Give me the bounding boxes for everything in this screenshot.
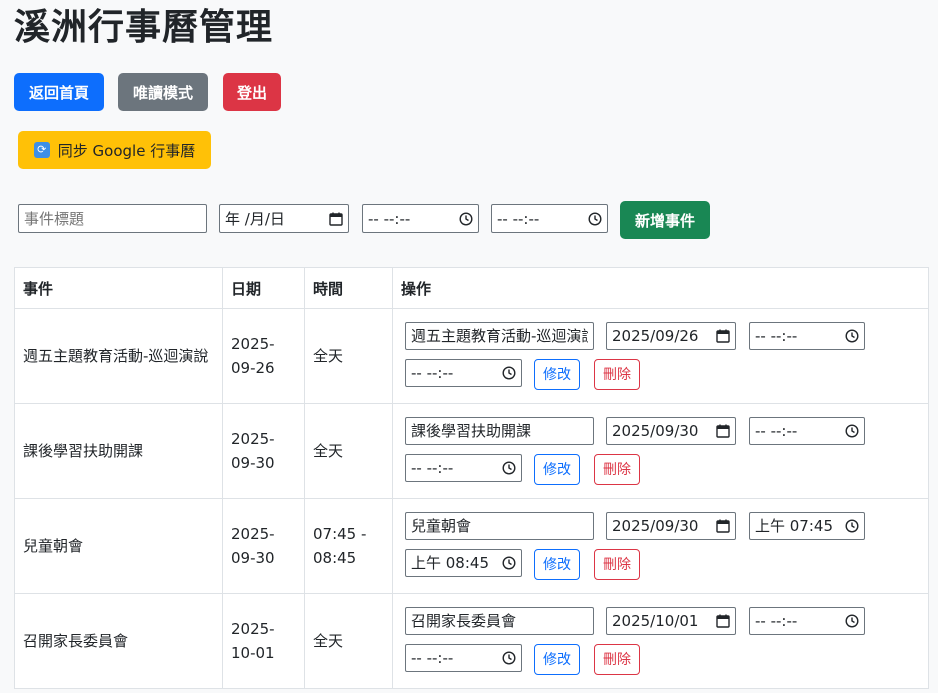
clock-icon: [845, 614, 859, 628]
home-button[interactable]: 返回首頁: [14, 73, 104, 111]
edit-end-time-input[interactable]: -- --:--: [405, 454, 522, 482]
refresh-icon: ⟳: [33, 142, 50, 158]
column-header-date: 日期: [222, 267, 305, 309]
edit-end-time-input[interactable]: -- --:--: [405, 359, 522, 387]
sync-google-calendar-button[interactable]: ⟳ 同步 Google 行事曆: [18, 131, 211, 169]
clock-icon: [459, 211, 473, 226]
readonly-mode-button[interactable]: 唯讀模式: [118, 73, 208, 111]
edit-date-input[interactable]: 2025/09/26: [606, 322, 736, 350]
event-cell: 兒童朝會: [14, 498, 223, 594]
edit-title-input[interactable]: 兒童朝會: [405, 512, 594, 540]
edit-button[interactable]: 修改: [534, 359, 580, 390]
edit-end-time-input[interactable]: 上午 08:45: [405, 549, 522, 577]
delete-button[interactable]: 刪除: [594, 359, 640, 390]
clock-icon: [502, 651, 516, 665]
edit-button[interactable]: 修改: [534, 549, 580, 580]
date-cell: 2025-09-30: [222, 403, 305, 499]
time-cell: 全天: [304, 593, 393, 689]
event-start-time-input[interactable]: -- --:--: [362, 204, 479, 233]
calendar-icon: [716, 424, 730, 438]
table-row: 兒童朝會 2025-09-30 07:45 - 08:45 兒童朝會 2025/09/3…: [14, 498, 929, 594]
table-row: 週五主題教育活動-巡迴演說 2025-09-26 全天 週五主題教育活動-巡迴演說 20…: [14, 308, 929, 404]
add-event-button[interactable]: 新增事件: [620, 201, 710, 239]
delete-button[interactable]: 刪除: [594, 454, 640, 485]
clock-icon: [845, 424, 859, 438]
date-cell: 2025-09-30: [222, 498, 305, 594]
sync-label: 同步 Google 行事曆: [57, 141, 196, 160]
table-header-row: 事件 日期 時間 操作: [14, 267, 929, 309]
table-row: 課後學習扶助開課 2025-09-30 全天 課後學習扶助開課 2025/09/30 --…: [14, 403, 929, 499]
column-header-time: 時間: [304, 267, 393, 309]
edit-title-input[interactable]: 週五主題教育活動-巡迴演說: [405, 322, 594, 350]
actions-cell: 兒童朝會 2025/09/30 上午 07:45 上午 08:45 修改 刪除: [392, 498, 929, 594]
table-row: 召開家長委員會 2025-10-01 全天 召開家長委員會 2025/10/01 -- -…: [14, 593, 929, 689]
actions-cell: 週五主題教育活動-巡迴演說 2025/09/26 -- --:-- -- --:-- 修…: [392, 308, 929, 404]
page-title: 溪洲行事曆管理: [14, 7, 274, 48]
date-cell: 2025-10-01: [222, 593, 305, 689]
edit-start-time-input[interactable]: -- --:--: [749, 417, 865, 445]
delete-button[interactable]: 刪除: [594, 549, 640, 580]
calendar-icon: [329, 212, 343, 226]
actions-cell: 召開家長委員會 2025/10/01 -- --:-- -- --:-- 修改 刪除: [392, 593, 929, 689]
edit-button[interactable]: 修改: [534, 454, 580, 485]
time-cell: 07:45 - 08:45: [304, 498, 393, 594]
edit-end-time-input[interactable]: -- --:--: [405, 644, 522, 672]
event-title-input[interactable]: 事件標題: [18, 204, 207, 233]
clock-icon: [845, 329, 859, 343]
date-cell: 2025-09-26: [222, 308, 305, 404]
edit-start-time-input[interactable]: -- --:--: [749, 322, 865, 350]
edit-date-input[interactable]: 2025/10/01: [606, 607, 736, 635]
edit-date-input[interactable]: 2025/09/30: [606, 417, 736, 445]
clock-icon: [502, 366, 516, 380]
calendar-icon: [716, 519, 730, 533]
edit-title-input[interactable]: 召開家長委員會: [405, 607, 594, 635]
calendar-icon: [716, 614, 730, 628]
edit-start-time-input[interactable]: -- --:--: [749, 607, 865, 635]
clock-icon: [588, 211, 602, 226]
calendar-icon: [716, 329, 730, 343]
logout-button[interactable]: 登出: [223, 73, 281, 111]
event-cell: 週五主題教育活動-巡迴演說: [14, 308, 223, 404]
event-cell: 課後學習扶助開課: [14, 403, 223, 499]
edit-title-input[interactable]: 課後學習扶助開課: [405, 417, 594, 445]
edit-date-input[interactable]: 2025/09/30: [606, 512, 736, 540]
events-table: 事件 日期 時間 操作 週五主題教育活動-巡迴演說 2025-09-26 全天 週五主…: [14, 267, 929, 689]
delete-button[interactable]: 刪除: [594, 644, 640, 675]
actions-cell: 課後學習扶助開課 2025/09/30 -- --:-- -- --:-- 修改 刪除: [392, 403, 929, 499]
edit-start-time-input[interactable]: 上午 07:45: [749, 512, 865, 540]
event-end-time-input[interactable]: -- --:--: [491, 204, 608, 233]
event-cell: 召開家長委員會: [14, 593, 223, 689]
column-header-event: 事件: [14, 267, 223, 309]
edit-button[interactable]: 修改: [534, 644, 580, 675]
event-date-input[interactable]: 年 /月/日: [219, 204, 349, 233]
time-cell: 全天: [304, 403, 393, 499]
column-header-actions: 操作: [392, 267, 929, 309]
time-cell: 全天: [304, 308, 393, 404]
clock-icon: [845, 519, 859, 533]
clock-icon: [502, 461, 516, 475]
clock-icon: [502, 556, 516, 570]
